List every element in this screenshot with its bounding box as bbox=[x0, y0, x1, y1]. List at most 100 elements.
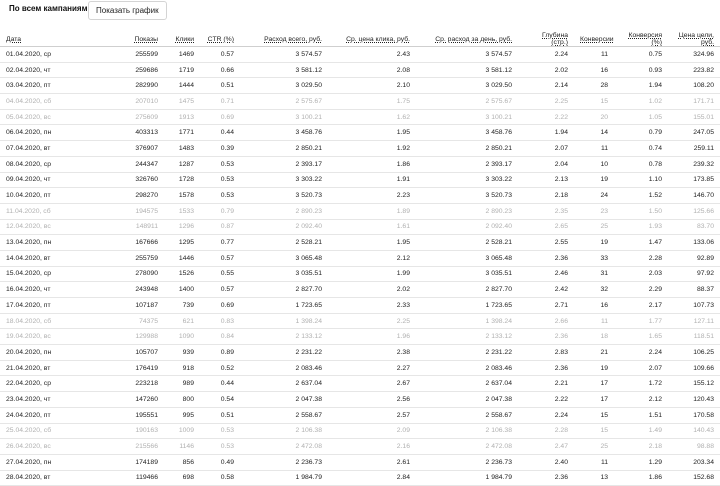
cell-conversion-rate: 2.03 bbox=[614, 266, 668, 283]
cell-conversions: 24 bbox=[574, 187, 614, 204]
cell-shows: 282990 bbox=[96, 77, 164, 95]
cell-conversion-rate: 1.47 bbox=[614, 234, 668, 251]
cell-date: 02.04.2020, чт bbox=[0, 62, 96, 79]
cell-clicks: 800 bbox=[164, 391, 200, 408]
cell-clicks: 1400 bbox=[164, 281, 200, 298]
cell-cpc: 2.67 bbox=[328, 375, 416, 393]
cell-depth: 2.14 bbox=[518, 77, 574, 95]
cell-daily-spend: 1 984.79 bbox=[416, 470, 518, 486]
cell-spend: 3 458.76 bbox=[240, 124, 328, 142]
table-body: 01.04.2020, ср 255599 1469 0.57 3 574.57 2.43… bbox=[0, 46, 720, 486]
toolbar: По всем кампаниям Показать график bbox=[0, 0, 720, 32]
cell-conversions: 16 bbox=[574, 297, 614, 314]
cell-conversion-rate: 0.75 bbox=[614, 46, 668, 63]
cell-clicks: 1446 bbox=[164, 250, 200, 267]
cell-cost-per-goal: 133.06 bbox=[668, 234, 720, 251]
cell-ctr: 0.44 bbox=[200, 124, 240, 142]
column-header-cost-per-goal[interactable]: Цена цели, руб. bbox=[668, 32, 720, 47]
cell-spend: 2 092.40 bbox=[240, 219, 328, 236]
cell-daily-spend: 2 558.67 bbox=[416, 407, 518, 424]
column-header-date[interactable]: Дата bbox=[0, 32, 96, 47]
column-header-ctr[interactable]: CTR (%) bbox=[200, 32, 240, 47]
cell-cpc: 2.23 bbox=[328, 187, 416, 204]
cell-spend: 2 850.21 bbox=[240, 140, 328, 157]
cell-spend: 2 558.67 bbox=[240, 407, 328, 424]
column-header-daily-spend[interactable]: Ср. расход за день, руб. bbox=[416, 32, 518, 47]
cell-spend: 1 984.79 bbox=[240, 470, 328, 486]
cell-conversion-rate: 1.51 bbox=[614, 407, 668, 424]
table-row: 09.04.2020, чт 326760 1728 0.53 3 303.22 1.91… bbox=[0, 172, 720, 189]
cell-conversions: 25 bbox=[574, 219, 614, 236]
cell-cpc: 1.91 bbox=[328, 172, 416, 189]
cell-conversion-rate: 1.52 bbox=[614, 187, 668, 204]
cell-cpc: 2.38 bbox=[328, 344, 416, 361]
cell-date: 18.04.2020, сб bbox=[0, 313, 96, 330]
cell-depth: 2.36 bbox=[518, 250, 574, 267]
cell-ctr: 0.53 bbox=[200, 438, 240, 455]
cell-clicks: 1771 bbox=[164, 124, 200, 142]
show-chart-button[interactable]: Показать график bbox=[88, 1, 167, 20]
cell-cpc: 2.27 bbox=[328, 360, 416, 377]
cell-shows: 278090 bbox=[96, 266, 164, 283]
cell-depth: 2.36 bbox=[518, 470, 574, 486]
cell-cost-per-goal: 223.82 bbox=[668, 62, 720, 79]
cell-spend: 2 528.21 bbox=[240, 234, 328, 251]
table-row: 01.04.2020, ср 255599 1469 0.57 3 574.57 2.43… bbox=[0, 46, 720, 63]
cell-spend: 2 575.67 bbox=[240, 93, 328, 110]
cell-cost-per-goal: 108.20 bbox=[668, 77, 720, 95]
cell-date: 22.04.2020, ср bbox=[0, 375, 96, 393]
cell-clicks: 1444 bbox=[164, 77, 200, 95]
cell-shows: 244347 bbox=[96, 156, 164, 173]
cell-conversion-rate: 2.07 bbox=[614, 360, 668, 377]
cell-cost-per-goal: 140.43 bbox=[668, 423, 720, 440]
cell-cpc: 2.25 bbox=[328, 313, 416, 330]
cell-depth: 2.66 bbox=[518, 313, 574, 330]
cell-ctr: 0.53 bbox=[200, 187, 240, 204]
cell-spend: 3 029.50 bbox=[240, 77, 328, 95]
cell-clicks: 918 bbox=[164, 360, 200, 377]
cell-conversions: 11 bbox=[574, 140, 614, 157]
cell-date: 08.04.2020, ср bbox=[0, 156, 96, 173]
cell-conversion-rate: 0.74 bbox=[614, 140, 668, 157]
cell-spend: 2 106.38 bbox=[240, 423, 328, 440]
cell-cpc: 2.61 bbox=[328, 454, 416, 471]
cell-ctr: 0.77 bbox=[200, 234, 240, 251]
cell-cpc: 2.56 bbox=[328, 391, 416, 408]
cell-daily-spend: 3 035.51 bbox=[416, 266, 518, 283]
column-header-cpc[interactable]: Ср. цена клика, руб. bbox=[328, 32, 416, 47]
cell-ctr: 0.53 bbox=[200, 156, 240, 173]
cell-conversions: 32 bbox=[574, 281, 614, 298]
cell-conversions: 10 bbox=[574, 156, 614, 173]
cell-cost-per-goal: 171.71 bbox=[668, 93, 720, 110]
cell-conversions: 14 bbox=[574, 124, 614, 142]
cell-depth: 2.83 bbox=[518, 344, 574, 361]
cell-cost-per-goal: 259.11 bbox=[668, 140, 720, 157]
column-header-shows[interactable]: Показы bbox=[96, 32, 164, 47]
cell-date: 16.04.2020, чт bbox=[0, 281, 96, 298]
cell-shows: 326760 bbox=[96, 172, 164, 189]
column-header-depth[interactable]: Глубина (стр.) bbox=[518, 32, 574, 47]
cell-ctr: 0.39 bbox=[200, 140, 240, 157]
cell-date: 26.04.2020, вс bbox=[0, 438, 96, 455]
cell-conversion-rate: 1.29 bbox=[614, 454, 668, 471]
cell-shows: 243948 bbox=[96, 281, 164, 298]
cell-conversions: 11 bbox=[574, 46, 614, 63]
cell-date: 07.04.2020, вт bbox=[0, 140, 96, 157]
cell-cpc: 2.84 bbox=[328, 470, 416, 486]
column-header-spend[interactable]: Расход всего, руб. bbox=[240, 32, 328, 47]
cell-shows: 255759 bbox=[96, 250, 164, 267]
cell-date: 24.04.2020, пт bbox=[0, 407, 96, 424]
cell-spend: 3 581.12 bbox=[240, 62, 328, 79]
cell-date: 05.04.2020, вс bbox=[0, 109, 96, 126]
cell-conversion-rate: 1.86 bbox=[614, 470, 668, 486]
table-row: 22.04.2020, ср 223218 989 0.44 2 637.04 2.67 2… bbox=[0, 375, 720, 393]
table-row: 07.04.2020, вт 376907 1483 0.39 2 850.21 1.92… bbox=[0, 140, 720, 157]
column-header-conversions[interactable]: Конверсии bbox=[574, 32, 614, 47]
cell-spend: 2 047.38 bbox=[240, 391, 328, 408]
cell-ctr: 0.51 bbox=[200, 77, 240, 95]
cell-clicks: 1146 bbox=[164, 438, 200, 455]
cell-depth: 2.40 bbox=[518, 454, 574, 471]
column-header-conversion-rate[interactable]: Конверсия (%) bbox=[614, 32, 668, 47]
cell-shows: 167666 bbox=[96, 234, 164, 251]
column-header-clicks[interactable]: Клики bbox=[164, 32, 200, 47]
